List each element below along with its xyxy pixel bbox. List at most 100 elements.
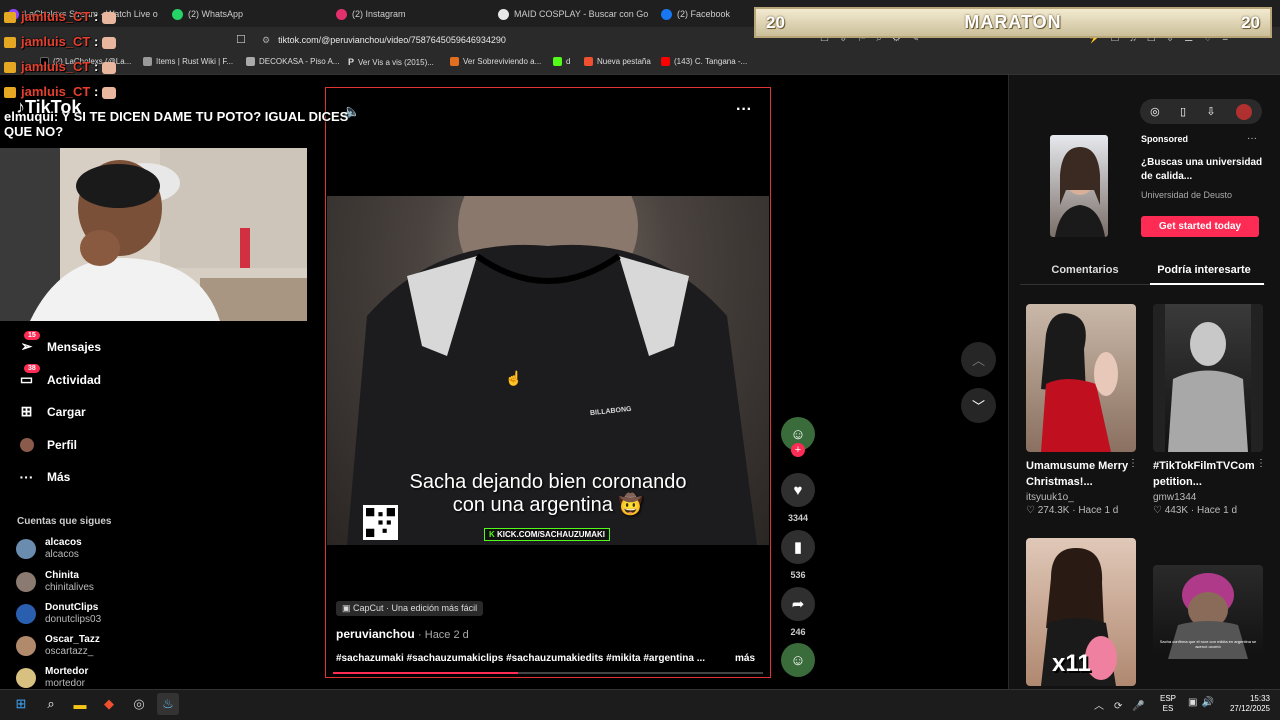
globe-icon: [143, 57, 152, 66]
brave-icon: [584, 57, 593, 66]
nav-mensajes[interactable]: ➢ 15 Mensajes: [18, 331, 101, 355]
tray-icons[interactable]: ︿⟳🎤: [1094, 697, 1155, 712]
messages-badge: 15: [24, 331, 40, 340]
user-avatar[interactable]: [1235, 103, 1252, 120]
profile-icon: [18, 436, 35, 453]
live-icon[interactable]: ◎: [1150, 105, 1160, 118]
crown-badge-icon: [4, 12, 16, 24]
following-chinita[interactable]: Chinita chinitalives: [16, 570, 94, 594]
tab-whatsapp[interactable]: (2) WhatsApp: [172, 4, 322, 24]
bookmark-kick[interactable]: d: [553, 57, 570, 66]
tab-google-search[interactable]: MAID COSPLAY - Buscar con Google: [498, 4, 648, 24]
brave-icon[interactable]: ◆: [98, 693, 120, 715]
following-title: Cuentas que sigues: [17, 516, 112, 527]
maraton-right-count: 20: [1241, 12, 1260, 32]
bookmark-vis-a-vis[interactable]: P Ver Vis a vis (2015)...: [348, 57, 434, 67]
obs-icon[interactable]: ◎: [128, 693, 150, 715]
bookmark-decokasa[interactable]: DECOKASA - Piso A...: [246, 57, 339, 66]
recommended-card[interactable]: Umamusume Merry Christmas!... itsyuuk1o_…: [1026, 304, 1138, 516]
tab-instagram[interactable]: (2) Instagram: [336, 4, 486, 24]
video-hashtags[interactable]: #sachazumaki #sachauzumakiclips #sachauz…: [336, 653, 720, 664]
windows-start-icon[interactable]: ⊞: [10, 693, 32, 715]
upload-icon: ⊞: [20, 403, 33, 419]
next-video-button[interactable]: ﹀: [961, 388, 996, 423]
globe-icon: [246, 57, 255, 66]
video-thumbnail[interactable]: x11: [1026, 538, 1136, 686]
tab-podria-interesarte[interactable]: Podría interesarte: [1150, 264, 1258, 276]
device-icon[interactable]: ▯: [1180, 105, 1186, 118]
bookmark-c-tangana[interactable]: (143) C. Tangana -...: [661, 57, 747, 66]
ad-more-icon[interactable]: ···: [1247, 133, 1257, 144]
tiktok-logo[interactable]: ♪TikTok: [16, 97, 81, 118]
video-thumbnail[interactable]: [1153, 304, 1263, 452]
language-indicator[interactable]: ESP ES: [1160, 694, 1176, 714]
more-link[interactable]: más: [735, 653, 755, 664]
webcam-scene: [0, 148, 307, 321]
recommended-card[interactable]: Sacha confirma que el roce con mikita en…: [1153, 565, 1265, 659]
tab-facebook[interactable]: (2) Facebook: [661, 4, 751, 24]
card-likes: ♡ 443K · Hace 1 d: [1153, 505, 1238, 516]
ad-image[interactable]: [1050, 135, 1108, 237]
crown-badge-icon: [4, 62, 16, 74]
google-icon: [498, 8, 509, 20]
search-icon[interactable]: ⌕: [40, 693, 62, 715]
music-disc-icon[interactable]: ☺: [781, 643, 815, 677]
clock[interactable]: 15:33 27/12/2025: [1222, 694, 1270, 714]
maraton-title: MARATON: [964, 12, 1062, 32]
crown-badge-icon: [4, 87, 16, 99]
video-thumbnail[interactable]: Sacha confirma que el roce con mikita en…: [1153, 565, 1263, 659]
share-icon[interactable]: ➦: [781, 587, 815, 621]
heart-icon[interactable]: ♥: [781, 473, 815, 507]
tab-comentarios[interactable]: Comentarios: [1020, 264, 1150, 276]
following-oscar-tazz[interactable]: Oscar_Tazz oscartazz_: [16, 634, 100, 658]
nav-cargar[interactable]: ⊞ Cargar: [18, 403, 86, 420]
capcut-badge[interactable]: ▣ CapCut · Una edición más fácil: [336, 601, 484, 616]
card-author[interactable]: gmw1344: [1153, 492, 1265, 503]
card-title[interactable]: Umamusume Merry Christmas!...: [1026, 458, 1138, 490]
bookmark-icon[interactable]: ▮: [781, 530, 815, 564]
following-mortedor[interactable]: Mortedor mortedor: [16, 666, 88, 690]
author-avatar-button[interactable]: ☺ +: [781, 417, 815, 457]
url-field[interactable]: ⚙ tiktok.com/@peruvianchou/video/75876450…: [256, 31, 776, 49]
site-info-icon[interactable]: ⚙: [262, 35, 270, 46]
ad-title[interactable]: ¿Buscas una universidad de calida...: [1141, 156, 1266, 184]
bookmark-nueva-pestana[interactable]: Nueva pestaña: [584, 57, 651, 66]
recommended-card[interactable]: #TikTokFilmTVCom petition... gmw1344 ♡ 4…: [1153, 304, 1265, 516]
recommended-card[interactable]: x11: [1026, 538, 1138, 686]
nav-perfil[interactable]: Perfil: [18, 436, 77, 453]
crown-badge-icon: [4, 37, 16, 49]
video-thumbnail[interactable]: [1026, 304, 1136, 452]
network-volume-icons[interactable]: ▣🔊: [1188, 697, 1218, 708]
card-menu-icon[interactable]: ⋮: [1256, 458, 1266, 469]
bookmark-rust-wiki[interactable]: Items | Rust Wiki | F...: [143, 57, 233, 66]
youtube-icon: [661, 57, 670, 66]
nav-mas[interactable]: ··· Más: [18, 468, 71, 485]
card-title[interactable]: #TikTokFilmTVCom petition...: [1153, 458, 1265, 490]
like-action[interactable]: ♥ 3344: [781, 473, 815, 523]
nav-actividad[interactable]: ▭ 38 Actividad: [18, 364, 101, 388]
kick-banner: K KICK.COM/SACHAUZUMAKI: [484, 528, 610, 541]
prev-video-button[interactable]: ︿: [961, 342, 996, 377]
steam-icon[interactable]: ♨: [157, 693, 179, 715]
bookmark-star-icon[interactable]: ☐: [236, 33, 246, 46]
save-action[interactable]: ▮ 536: [781, 530, 815, 580]
emote-icon: [102, 86, 117, 99]
follow-plus-icon[interactable]: +: [791, 443, 805, 457]
emote-icon: [102, 11, 117, 24]
card-menu-icon[interactable]: ⋮: [1128, 458, 1138, 469]
top-actions[interactable]: ◎ ▯ ⇩: [1140, 99, 1262, 124]
bookmark-sobreviviendo[interactable]: Ver Sobreviviendo a...: [450, 57, 541, 66]
following-donutclips[interactable]: DonutClips donutclips03: [16, 602, 101, 626]
activity-badge: 38: [24, 364, 40, 373]
share-action[interactable]: ➦ 246: [781, 587, 815, 637]
following-alcacos[interactable]: alcacos alcacos: [16, 537, 82, 561]
card-author[interactable]: itsyuuk1o_: [1026, 492, 1138, 503]
more-options-icon[interactable]: ···: [736, 101, 752, 119]
sound-disc[interactable]: ☺: [781, 643, 815, 677]
save-count: 536: [790, 570, 806, 580]
download-icon[interactable]: ⇩: [1206, 105, 1215, 118]
video-author[interactable]: peruvianchou · Hace 2 d: [336, 627, 469, 641]
ad-cta-button[interactable]: Get started today: [1141, 216, 1259, 237]
file-explorer-icon[interactable]: ▬: [69, 693, 91, 715]
ad-sponsored: Sponsored: [1141, 134, 1189, 144]
